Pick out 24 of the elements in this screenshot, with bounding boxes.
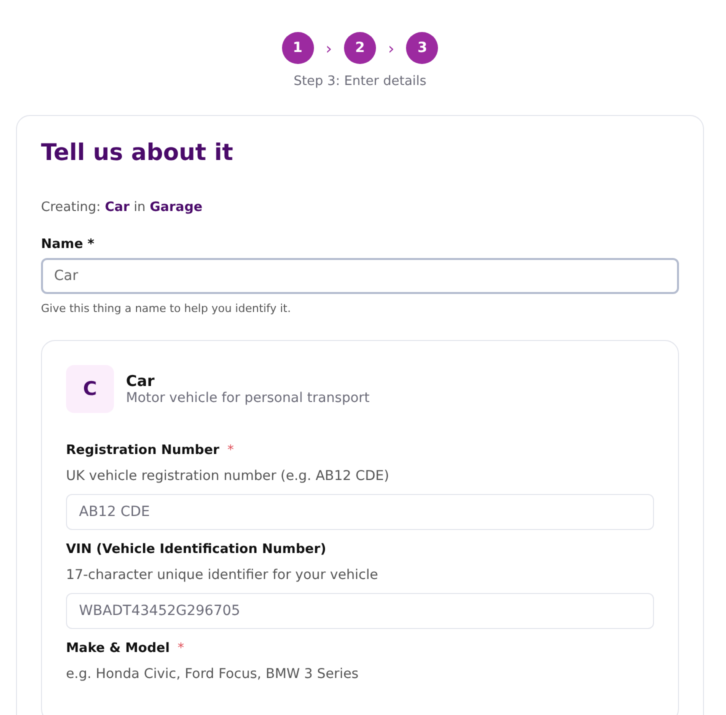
name-input-field[interactable]: Car [41, 258, 679, 294]
field-label: Make & Model [66, 641, 170, 656]
type-name: Car [126, 372, 156, 390]
creating-text: Creating: Car in Garage [41, 200, 204, 215]
text-input-field[interactable]: WBADT43452G296705 [66, 593, 654, 629]
field-description: e.g. Honda Civic, Ford Focus, BMW 3 Series [66, 666, 360, 682]
help-text: Give this thing a name to help you identify it. [41, 302, 292, 315]
required-mark: * [178, 641, 184, 656]
field-label: VIN (Vehicle Identification Number) [66, 542, 326, 557]
step-circle: 2 [344, 32, 376, 64]
chevron-separator: › [388, 38, 394, 58]
form-title: Tell us about it [41, 140, 234, 166]
chevron-separator: › [326, 38, 332, 58]
field-description: UK vehicle registration number (e.g. AB12 CDE) [66, 468, 390, 484]
text-input-field[interactable]: AB12 CDE [66, 494, 654, 530]
field-description: 17-character unique identifier for your vehicle [66, 567, 380, 583]
type-initial-avatar: C [66, 365, 114, 413]
type-description: Motor vehicle for personal transport [126, 390, 370, 406]
step-caption: Step 3: Enter details [294, 74, 426, 89]
field-label: Registration Number [66, 443, 220, 458]
field-label: Name * [41, 237, 94, 252]
required-mark: * [227, 443, 234, 458]
step-circle: 1 [282, 32, 314, 64]
step-circle: 3 [406, 32, 438, 64]
